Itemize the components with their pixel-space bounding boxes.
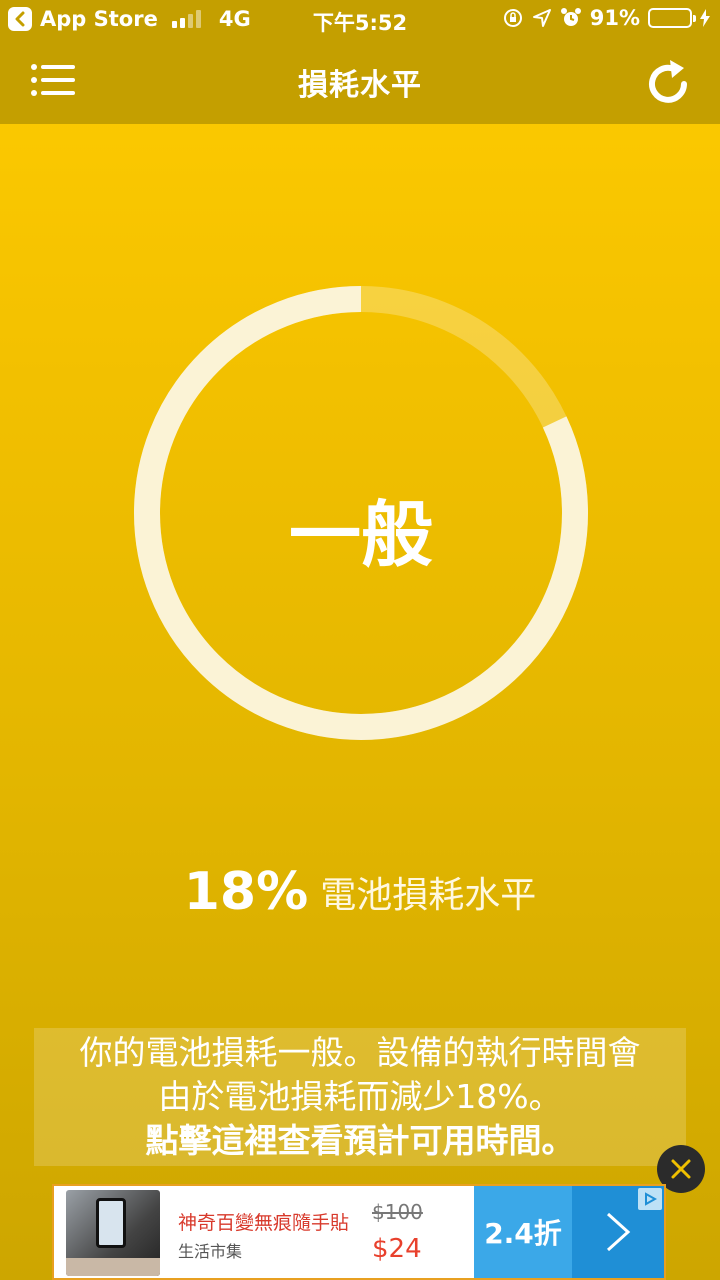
refresh-icon — [649, 60, 687, 103]
location-icon — [532, 9, 551, 27]
alarm-icon — [560, 8, 581, 26]
message-line-2: 由於電池損耗而減少18%。 — [158, 1077, 562, 1116]
orientation-lock-icon — [503, 9, 522, 27]
wear-gauge: 一般 — [134, 286, 588, 740]
ad-title: 神奇百變無痕隨手貼 — [178, 1212, 350, 1234]
charging-icon — [700, 9, 710, 27]
wear-status-label: 一般 — [288, 493, 433, 577]
close-icon — [671, 1159, 691, 1179]
ad-new-price: $24 — [372, 1234, 422, 1264]
ad-banner[interactable]: 神奇百變無痕隨手貼 生活市集 $100 $24 2.4折 — [52, 1184, 666, 1280]
ad-product-image — [66, 1190, 160, 1276]
chevron-right-icon — [606, 1212, 631, 1252]
status-bar: App Store 4G 下午5:52 91% — [0, 0, 720, 40]
page-title: 損耗水平 — [298, 68, 422, 103]
battery-percent: 91% — [589, 6, 640, 30]
message-line-1: 你的電池損耗一般。設備的執行時間會 — [79, 1033, 641, 1072]
ad-old-price: $100 — [372, 1200, 423, 1224]
battery-icon — [648, 8, 696, 28]
ad-choices-icon[interactable] — [638, 1188, 662, 1210]
ad-subtitle: 生活市集 — [178, 1242, 243, 1261]
status-right: 91% — [502, 6, 710, 30]
wear-message[interactable]: 你的電池損耗一般。設備的執行時間會 由於電池損耗而減少18%。 點擊這裡查看預計… — [34, 1028, 686, 1166]
wear-stat: 18% 電池損耗水平 — [0, 862, 720, 922]
ad-discount: 2.4折 — [474, 1186, 572, 1278]
wear-percent-label: 電池損耗水平 — [320, 875, 537, 916]
view-time-link[interactable]: 點擊這裡查看預計可用時間。 — [34, 1119, 686, 1163]
refresh-button[interactable] — [648, 58, 692, 104]
wear-percent: 18% — [183, 862, 309, 922]
